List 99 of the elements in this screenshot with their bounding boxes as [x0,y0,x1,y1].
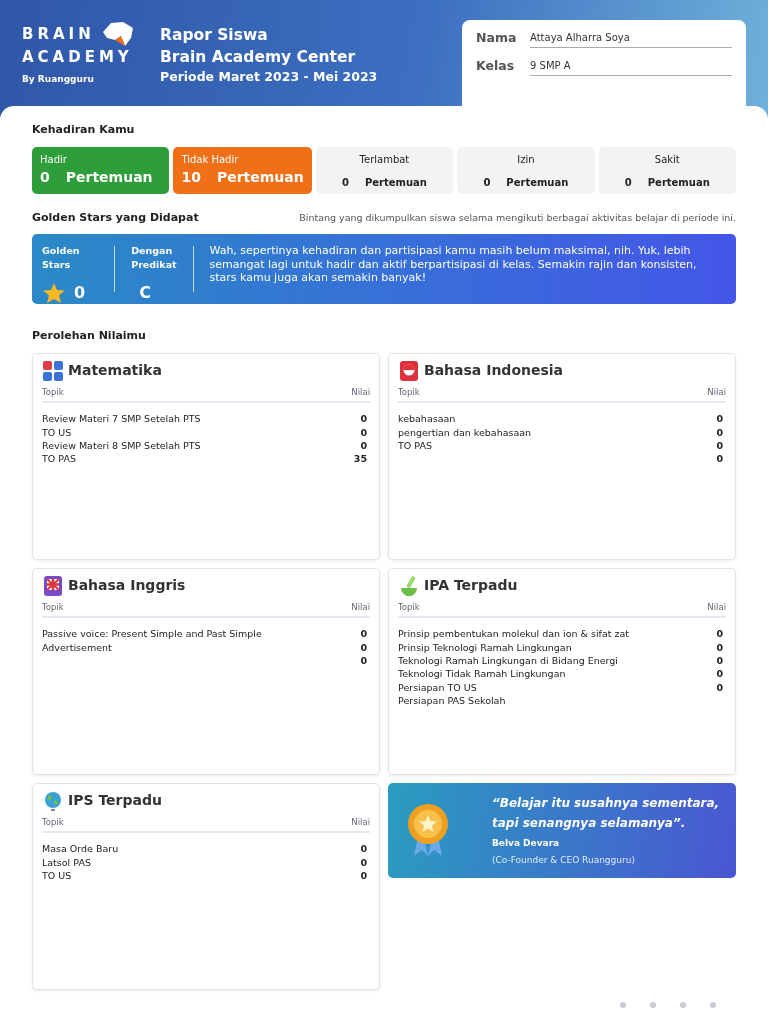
score-cell: 0 [716,412,723,426]
subject-icon [42,574,64,597]
section-title: Perolehan Nilaimu [32,328,147,344]
topic-cell: Persiapan TO US [398,680,477,695]
topic-cell: Prinsip Teknologi Ramah Lingkungan [398,640,572,655]
stars-message: Wah, sepertinya kehadiran dan partisipasi kamu masih belum maksimal, nih. Yuk, lebih semangat lagi untuk hadir dan aktif berpartisipasi di kelas. Semakin rajin dan konsisten, stars kamu juga akan semakin banyak! [209,244,698,286]
report-title: Rapor Siswa [160,25,269,46]
subject-icon [42,359,64,382]
quote-role: (Co-Founder & CEO Ruangguru) [492,854,636,867]
score-cell: 0 [360,627,367,641]
score-cell: 0 [360,869,367,883]
section-title: Kehadiran Kamu [32,122,136,138]
column-header: Topik [398,600,420,614]
score-cell: 0 [716,654,723,668]
score-cell: 0 [716,640,723,655]
attendance-label: Izin [516,152,536,167]
field-value: Attaya Alharra Soya [530,28,732,48]
score-cell: 0 [716,425,723,440]
attendance-unit: Pertemuan [216,167,304,187]
subject-icon [398,359,420,382]
score-cell: 0 [360,412,367,426]
topic-cell: TO US [42,425,72,440]
logo-byline: By Ruangguru [22,73,95,86]
topic-cell: Masa Orde Baru [42,842,119,856]
star-icon [42,281,66,304]
score-cell: 0 [716,627,723,641]
score-cell: 0 [360,855,367,870]
topic-cell: kebahasaan [398,412,456,426]
logo-text: BRAIN [22,24,95,44]
score-cell: 0 [360,425,367,440]
score-cell: 0 [716,452,723,466]
score-cell: 0 [716,439,723,453]
grade-value: C [138,281,152,304]
topic-cell: Persiapan PAS Sekolah [398,694,506,708]
topic-cell: Review Materi 7 SMP Setelah PTS [42,412,201,426]
section-title: Golden Stars yang Didapat [32,209,199,226]
page-dot[interactable] [710,1002,716,1008]
logo-text: ACADEMY [22,48,134,67]
report-center: Brain Academy Center [160,47,357,68]
attendance-label: Hadir [40,152,68,167]
topic-cell: Prinsip pembentukan molekul dan ion & sifat zat [398,627,630,641]
attendance-count: 0 [483,175,491,190]
subject-title: Bahasa Indonesia [424,361,564,380]
subject-title: IPA Terpadu [424,576,518,595]
attendance-label: Terlambat [358,152,411,167]
topic-cell: Advertisement [42,640,112,655]
stars-value: 0 [74,281,86,304]
attendance-label: Tidak Hadir [181,152,240,167]
score-cell: 35 [353,452,367,466]
attendance-count: 0 [624,175,632,190]
column-header: Nilai [351,815,370,829]
score-cell: 0 [360,640,367,655]
score-cell: 0 [360,842,367,856]
grade-label: Dengan Predikat [131,244,177,273]
score-cell: 0 [716,667,723,681]
column-header: Nilai [707,600,726,614]
score-cell: 0 [360,439,367,453]
topic-cell: Teknologi Ramah Lingkungan di Bidang Energi [398,654,618,668]
subject-title: Bahasa Inggris [68,576,186,595]
column-header: Topik [42,815,64,829]
field-value: 9 SMP A [530,56,732,76]
column-header: Topik [42,600,64,614]
score-cell: 0 [716,680,723,695]
page-dot[interactable] [620,1002,626,1008]
section-note: Bintang yang dikumpulkan siswa selama mengikuti berbagai aktivitas belajar di periode ini. [299,210,736,225]
topic-cell: Passive voice: Present Simple and Past Simple [42,627,262,641]
page-dot[interactable] [650,1002,656,1008]
attendance-label: Sakit [653,152,681,167]
topic-cell: Latsol PAS [42,855,91,870]
quote-text: “Belajar itu susahnya sementara, tapi senangnya selamanya”. [492,794,720,832]
field-label: Kelas [476,57,516,76]
attendance-unit: Pertemuan [647,175,710,190]
subject-icon [42,789,64,812]
subject-title: Matematika [68,361,162,380]
quote-author: Belva Devara [492,836,561,850]
report-period: Periode Maret 2023 - Mei 2023 [160,68,378,86]
page-dot[interactable] [680,1002,686,1008]
topic-cell: Review Materi 8 SMP Setelah PTS [42,439,201,453]
topic-cell: Teknologi Tidak Ramah Lingkungan [398,667,566,681]
topic-cell: TO PAS [42,452,76,466]
column-header: Nilai [351,385,370,399]
attendance-unit: Pertemuan [65,167,153,187]
column-header: Topik [398,385,420,399]
field-label: Nama [476,29,518,48]
column-header: Nilai [351,600,370,614]
topic-cell: pengertian dan kebahasaan [398,425,532,440]
topic-cell: TO PAS [398,439,432,453]
subject-icon [398,574,420,597]
stars-label: Golden Stars [42,244,81,273]
attendance-count: 10 [181,167,201,187]
topic-cell: TO US [42,869,72,883]
attendance-unit: Pertemuan [506,175,569,190]
attendance-count: 0 [40,167,50,187]
subject-title: IPS Terpadu [68,791,162,810]
column-header: Topik [42,385,64,399]
attendance-count: 0 [341,175,349,190]
score-cell: 0 [360,654,367,668]
attendance-unit: Pertemuan [364,175,427,190]
column-header: Nilai [707,385,726,399]
